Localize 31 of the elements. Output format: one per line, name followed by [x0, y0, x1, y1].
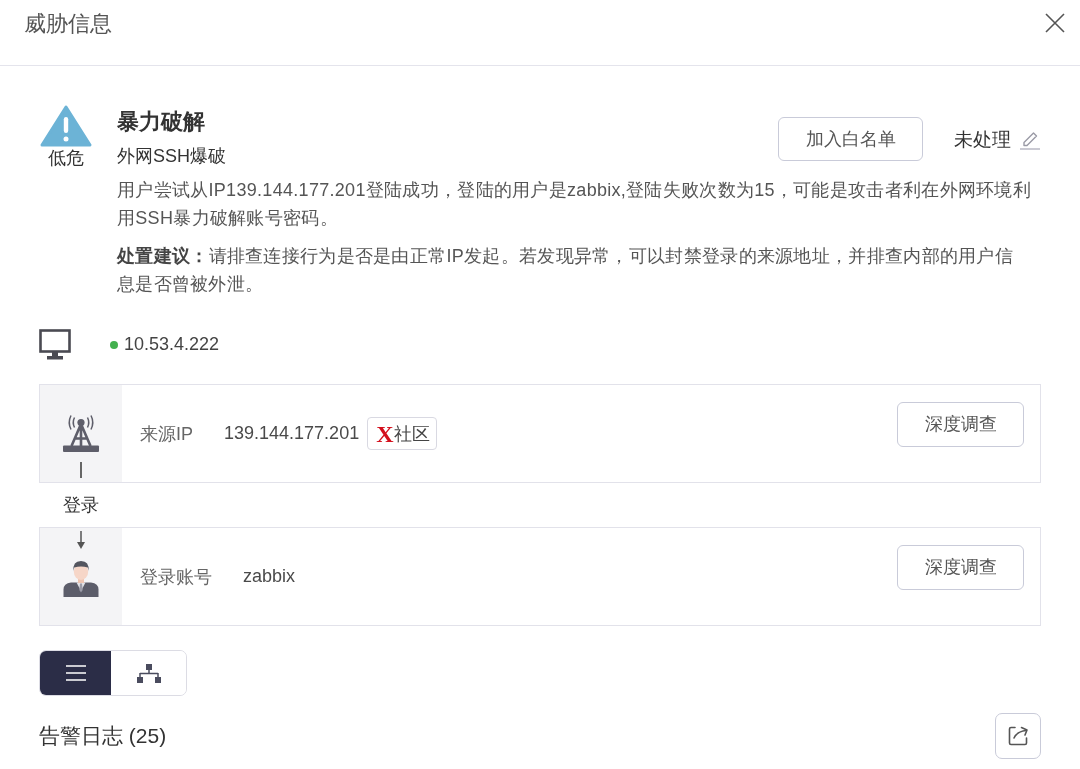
list-icon — [65, 665, 86, 681]
warning-icon — [40, 104, 92, 148]
export-button[interactable] — [995, 713, 1041, 759]
severity-label: 低危 — [48, 147, 84, 169]
whitelist-button[interactable]: 加入白名单 — [778, 117, 923, 161]
down-arrow-icon — [76, 531, 86, 549]
field-value: zabbix — [243, 566, 296, 587]
investigate-button[interactable]: 深度调查 — [897, 544, 1024, 590]
person-icon — [62, 559, 100, 597]
close-button[interactable] — [1045, 13, 1065, 33]
link-label: 登录 — [63, 494, 99, 517]
dialog-title: 威胁信息 — [24, 11, 112, 38]
monitor-icon — [39, 329, 71, 360]
field-label: 来源IP — [140, 422, 193, 446]
field-label: 登录账号 — [140, 565, 212, 589]
export-icon — [1006, 724, 1030, 748]
antenna-tower-icon — [62, 414, 100, 452]
alert-title: 暴力破解 — [117, 108, 206, 136]
investigate-button[interactable]: 深度调查 — [897, 401, 1024, 447]
host-ip: 10.53.4.222 — [124, 334, 220, 355]
alert-subtitle: 外网SSH爆破 — [117, 145, 227, 168]
community-tag[interactable]: X社区 — [367, 417, 437, 450]
alert-log-title: 告警日志 (25) — [39, 723, 167, 749]
connector-line — [80, 462, 82, 478]
status-text: 未处理 — [954, 127, 1011, 152]
advice-text: 处置建议：请排查连接行为是否是由正常IP发起。若发现异常，可以封禁登录的来源地址，并排查内部的用户信息是否曾被外泄。 — [117, 245, 1014, 296]
field-value: 139.144.177.201 — [224, 423, 360, 444]
description-text: 用户尝试从IP139.144.177.201登陆成功，登陆的用户是zabbix,登陆失败次数为15，可能是攻击者利在外网环境利用SSH暴力破解账号密码。 — [117, 179, 1033, 230]
list-view-tab[interactable] — [40, 651, 111, 695]
hierarchy-icon — [135, 663, 162, 683]
close-icon — [1045, 13, 1065, 33]
